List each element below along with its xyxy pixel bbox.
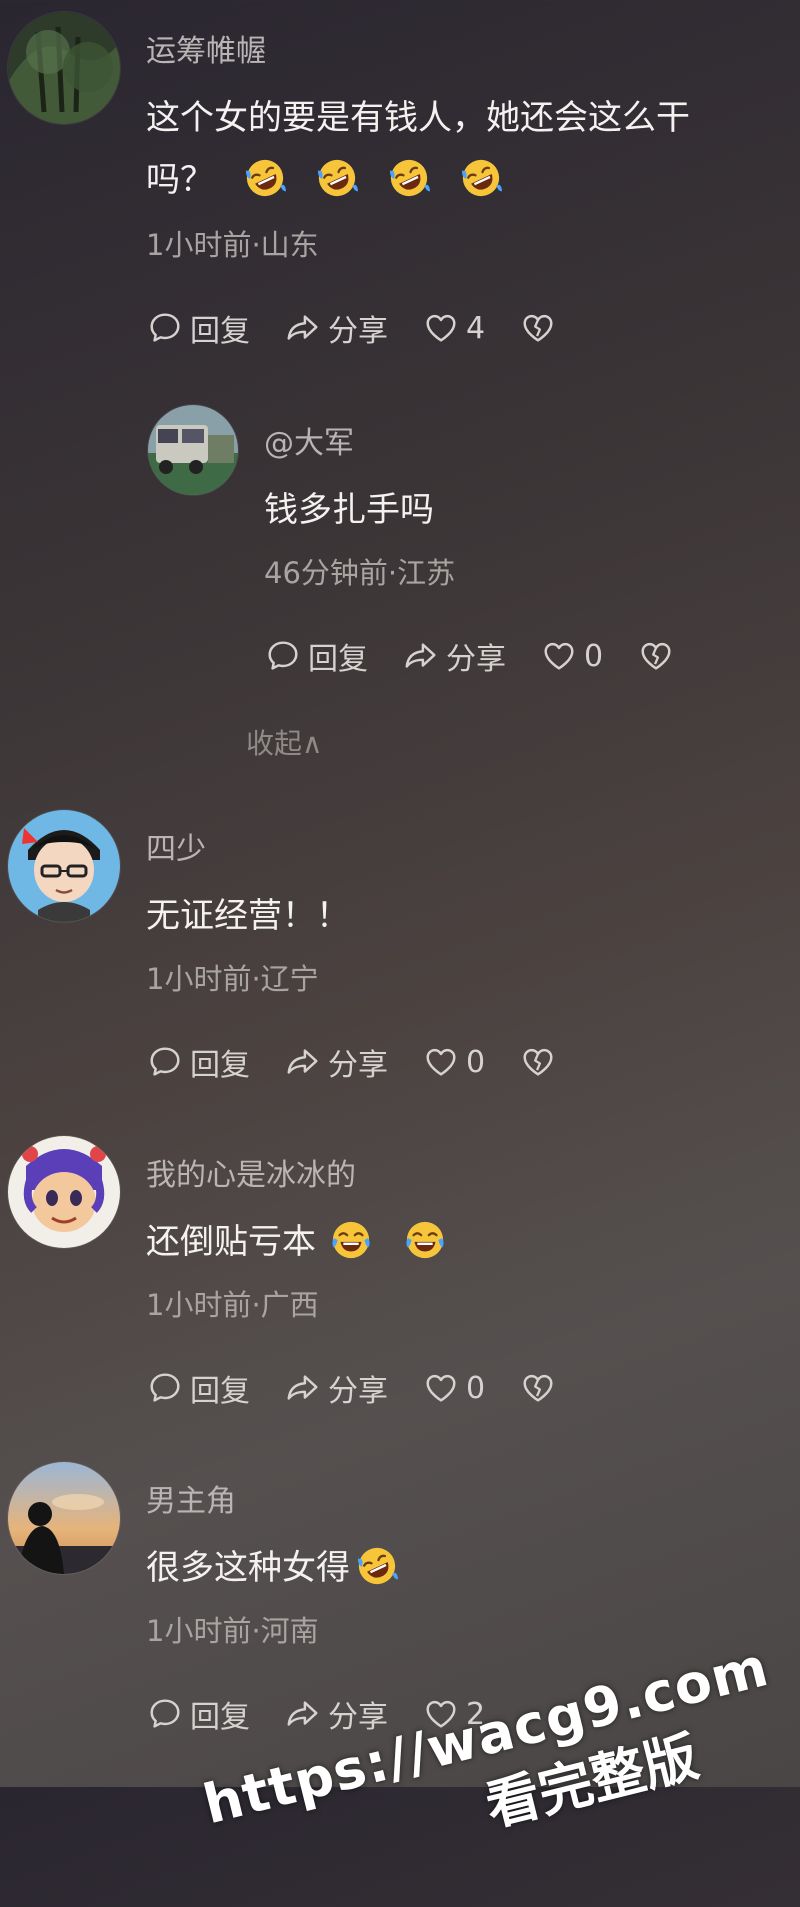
reply-button[interactable]: 回复 xyxy=(146,1366,250,1410)
like-button[interactable]: 4 xyxy=(422,309,485,347)
comment-text: 还倒贴亏本 xyxy=(146,1212,456,1272)
reply-actions: 回复 分享 0 xyxy=(264,634,715,678)
like-button[interactable]: 0 xyxy=(422,1043,485,1081)
share-icon xyxy=(284,309,322,347)
avatar[interactable] xyxy=(148,405,238,495)
username[interactable]: 我的心是冰冰的 xyxy=(146,1150,356,1194)
reply-label: 回复 xyxy=(190,314,250,349)
avatar[interactable] xyxy=(8,1462,120,1574)
comment-text: 很多这种女得 xyxy=(146,1538,408,1598)
comment-text-line: 吗？ xyxy=(146,160,214,200)
reply-button[interactable]: 回复 xyxy=(146,1692,250,1736)
comment-meta: 1小时前·山东 xyxy=(146,228,319,262)
comment-text: 这个女的要是有钱人，她还会这么干 xyxy=(146,88,690,148)
share-button[interactable]: 分享 xyxy=(284,1040,388,1084)
reply-username[interactable]: @大军 xyxy=(264,418,354,462)
collapse-replies-button[interactable]: 收起∧ xyxy=(246,722,323,762)
comment-text: 无证经营！！ xyxy=(146,896,350,936)
like-count: 0 xyxy=(466,1044,486,1080)
reply-label: 回复 xyxy=(190,1374,250,1409)
rofl-emoji-icon xyxy=(460,157,502,199)
reply-icon xyxy=(146,1043,184,1081)
dislike-button[interactable] xyxy=(519,1043,563,1081)
share-button[interactable]: 分享 xyxy=(284,1366,388,1410)
reply-label: 回复 xyxy=(190,1700,250,1735)
comment-meta: 1小时前·河南 xyxy=(146,1614,319,1648)
like-count: 4 xyxy=(466,310,486,346)
rofl-emoji-icon xyxy=(244,157,286,199)
heart-icon xyxy=(422,1043,460,1081)
share-button[interactable]: 分享 xyxy=(402,634,506,678)
share-button[interactable]: 分享 xyxy=(284,306,388,350)
reply-button[interactable]: 回复 xyxy=(146,306,250,350)
reply-icon xyxy=(146,1369,184,1407)
like-count: 0 xyxy=(584,638,604,674)
comment-text-line: 还倒贴亏本 xyxy=(146,1222,316,1262)
reply-icon xyxy=(146,1695,184,1733)
share-label: 分享 xyxy=(328,314,388,349)
share-icon xyxy=(284,1695,322,1733)
reply-button[interactable]: 回复 xyxy=(146,1040,250,1084)
avatar[interactable] xyxy=(8,1136,120,1248)
comment-text: 吗？ xyxy=(146,150,512,210)
comment-actions: 回复 分享 0 xyxy=(146,1366,597,1410)
share-icon xyxy=(402,637,440,675)
share-button[interactable]: 分享 xyxy=(284,1692,388,1736)
rofl-emoji-icon xyxy=(356,1545,398,1587)
broken-heart-icon xyxy=(519,1043,557,1081)
comment-text-line: 很多这种女得 xyxy=(146,1548,350,1588)
reply-meta: 46分钟前·江苏 xyxy=(264,556,456,590)
reply-text: 钱多扎手吗 xyxy=(264,490,434,530)
reply-icon xyxy=(264,637,302,675)
broken-heart-icon xyxy=(519,309,557,347)
laugh-cry-emoji-icon xyxy=(404,1219,446,1261)
share-label: 分享 xyxy=(328,1048,388,1083)
reply-label: 回复 xyxy=(308,642,368,677)
share-icon xyxy=(284,1043,322,1081)
avatar[interactable] xyxy=(8,810,120,922)
dislike-button[interactable] xyxy=(519,309,563,347)
reply-button[interactable]: 回复 xyxy=(264,634,368,678)
like-button[interactable]: 0 xyxy=(540,637,603,675)
watermark: https://wacg9.com 看完整版 xyxy=(197,1635,792,1907)
reply-label: 回复 xyxy=(190,1048,250,1083)
username[interactable]: 男主角 xyxy=(146,1476,236,1520)
share-label: 分享 xyxy=(328,1374,388,1409)
heart-icon xyxy=(422,309,460,347)
broken-heart-icon xyxy=(637,637,675,675)
dislike-button[interactable] xyxy=(519,1369,563,1407)
comment-meta: 1小时前·广西 xyxy=(146,1288,319,1322)
heart-icon xyxy=(540,637,578,675)
rofl-emoji-icon xyxy=(316,157,358,199)
comment-text-line: 这个女的要是有钱人，她还会这么干 xyxy=(146,98,690,138)
comment-meta: 1小时前·辽宁 xyxy=(146,962,319,996)
comment-actions: 回复 分享 0 xyxy=(146,1040,597,1084)
comment-actions: 回复 分享 4 xyxy=(146,306,597,350)
username[interactable]: 运筹帷幄 xyxy=(146,26,266,70)
broken-heart-icon xyxy=(519,1369,557,1407)
reply-icon xyxy=(146,309,184,347)
laugh-cry-emoji-icon xyxy=(330,1219,372,1261)
share-icon xyxy=(284,1369,322,1407)
share-label: 分享 xyxy=(446,642,506,677)
avatar[interactable] xyxy=(8,12,120,124)
username[interactable]: 四少 xyxy=(146,824,206,868)
like-count: 0 xyxy=(466,1370,486,1406)
dislike-button[interactable] xyxy=(637,637,681,675)
like-button[interactable]: 0 xyxy=(422,1369,485,1407)
heart-icon xyxy=(422,1369,460,1407)
rofl-emoji-icon xyxy=(388,157,430,199)
